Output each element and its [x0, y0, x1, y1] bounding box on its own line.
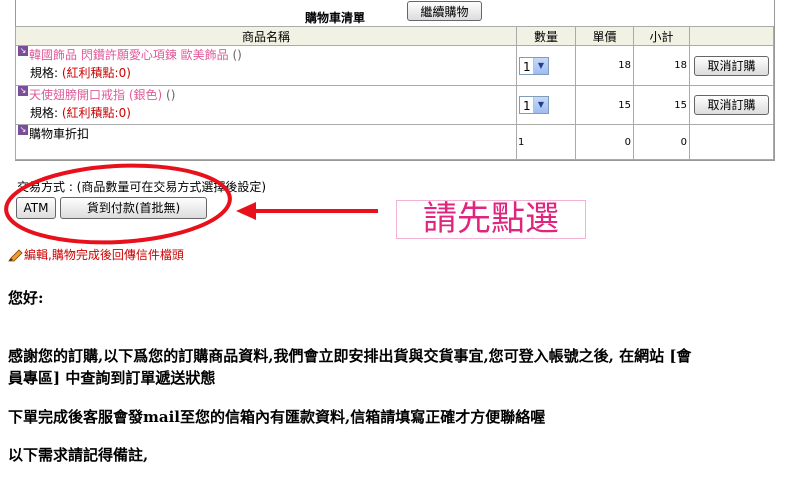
paragraph-line: 感謝您的訂購,以下爲您的訂購商品資料,我們會立即安排出貨與交貨事宜,您可登入帳號… [8, 347, 692, 365]
column-header [689, 26, 774, 46]
subtotal: 0 [633, 124, 690, 160]
greeting: 您好: [8, 289, 44, 307]
quantity-select[interactable]: 1 ▼ [519, 56, 549, 75]
subtotal: 15 [633, 85, 690, 125]
subtotal: 18 [633, 45, 690, 86]
pencil-icon [8, 248, 23, 261]
table-header-row: 商品名稱 數量 單價 小計 [15, 26, 774, 46]
table-row: ↘ 韓國飾品 閃鑽許願愛心項鍊 歐美飾品 () 規格: (紅利積點:0) 1 ▼ 1… [15, 45, 774, 86]
continue-shopping-button[interactable]: 繼續購物 [407, 1, 482, 21]
chevron-down-icon[interactable]: ▼ [533, 97, 548, 113]
product-link[interactable]: 天使翅膀開口戒指 (銀色) [29, 88, 162, 102]
cart-panel: 購物車清單 繼續購物 商品名稱 數量 單價 小計 ↘ 韓國飾品 閃鑽許願愛心項鍊 … [15, 0, 775, 161]
action-cell [689, 124, 774, 160]
paragraph-line: 以下需求請記得備註, [8, 446, 149, 464]
annotation-circle [4, 163, 232, 245]
quantity-value: 1 [523, 59, 531, 74]
edit-link[interactable]: 編輯,購物完成後回傳信件檔頭 [8, 246, 184, 263]
product-cell: ↘ 韓國飾品 閃鑽許願愛心項鍊 歐美飾品 () 規格: (紅利積點:0) [15, 45, 517, 86]
product-spec: 規格: (紅利積點:0) [18, 104, 516, 121]
unit-price: 18 [575, 45, 634, 86]
spec-value: (紅利積點:0) [61, 66, 131, 80]
unit-price: 15 [575, 85, 634, 125]
annotation-arrowhead [236, 202, 256, 220]
paragraph-line: 下單完成後客服會發mail至您的信箱內有匯款資料,信箱請填寫正確才方便聯絡喔 [8, 408, 546, 426]
paragraph-line: 員專區] 中查詢到訂單遞送狀態 [8, 369, 216, 387]
arrow-icon: ↘ [18, 125, 28, 135]
action-cell: 取消訂購 [689, 85, 774, 125]
product-paren: () [232, 48, 242, 62]
column-header: 單價 [575, 26, 634, 46]
quantity-select[interactable]: 1 ▼ [519, 96, 549, 114]
edit-link-label: 編輯,購物完成後回傳信件檔頭 [24, 248, 184, 262]
qty-cell: 1 [516, 124, 576, 160]
qty-cell: 1 ▼ [516, 45, 576, 86]
product-cell: ↘ 天使翅膀開口戒指 (銀色) () 規格: (紅利積點:0) [15, 85, 517, 125]
action-cell: 取消訂購 [689, 45, 774, 86]
column-header: 數量 [516, 26, 576, 46]
unit-price: 0 [575, 124, 634, 160]
cancel-order-button[interactable]: 取消訂購 [694, 95, 769, 115]
spec-label: 規格: [30, 106, 59, 120]
column-header: 商品名稱 [15, 26, 517, 46]
column-header: 小計 [633, 26, 690, 46]
product-spec: 規格: (紅利積點:0) [18, 64, 516, 81]
product-paren: () [166, 88, 176, 102]
product-link[interactable]: 韓國飾品 閃鑽許願愛心項鍊 歐美飾品 [29, 48, 229, 62]
qty-cell: 1 ▼ [516, 85, 576, 125]
annotation-hint: 請先點選 [396, 200, 586, 239]
table-row: ↘ 購物車折扣 1 0 0 [15, 124, 774, 160]
cart-title: 購物車清單 [305, 11, 366, 25]
spec-value: (紅利積點:0) [61, 106, 131, 120]
discount-label: 購物車折扣 [29, 127, 90, 141]
table-row: ↘ 天使翅膀開口戒指 (銀色) () 規格: (紅利積點:0) 1 ▼ 15 15 … [15, 85, 774, 125]
arrow-icon: ↘ [18, 86, 28, 96]
spec-label: 規格: [30, 66, 59, 80]
quantity-value: 1 [523, 99, 531, 113]
annotation-overlay [4, 163, 378, 245]
product-cell: ↘ 購物車折扣 [15, 124, 517, 160]
cancel-order-button[interactable]: 取消訂購 [694, 55, 769, 76]
chevron-down-icon[interactable]: ▼ [533, 57, 548, 74]
cart-table: 商品名稱 數量 單價 小計 ↘ 韓國飾品 閃鑽許願愛心項鍊 歐美飾品 () 規格:… [15, 26, 774, 160]
arrow-icon: ↘ [18, 46, 28, 56]
